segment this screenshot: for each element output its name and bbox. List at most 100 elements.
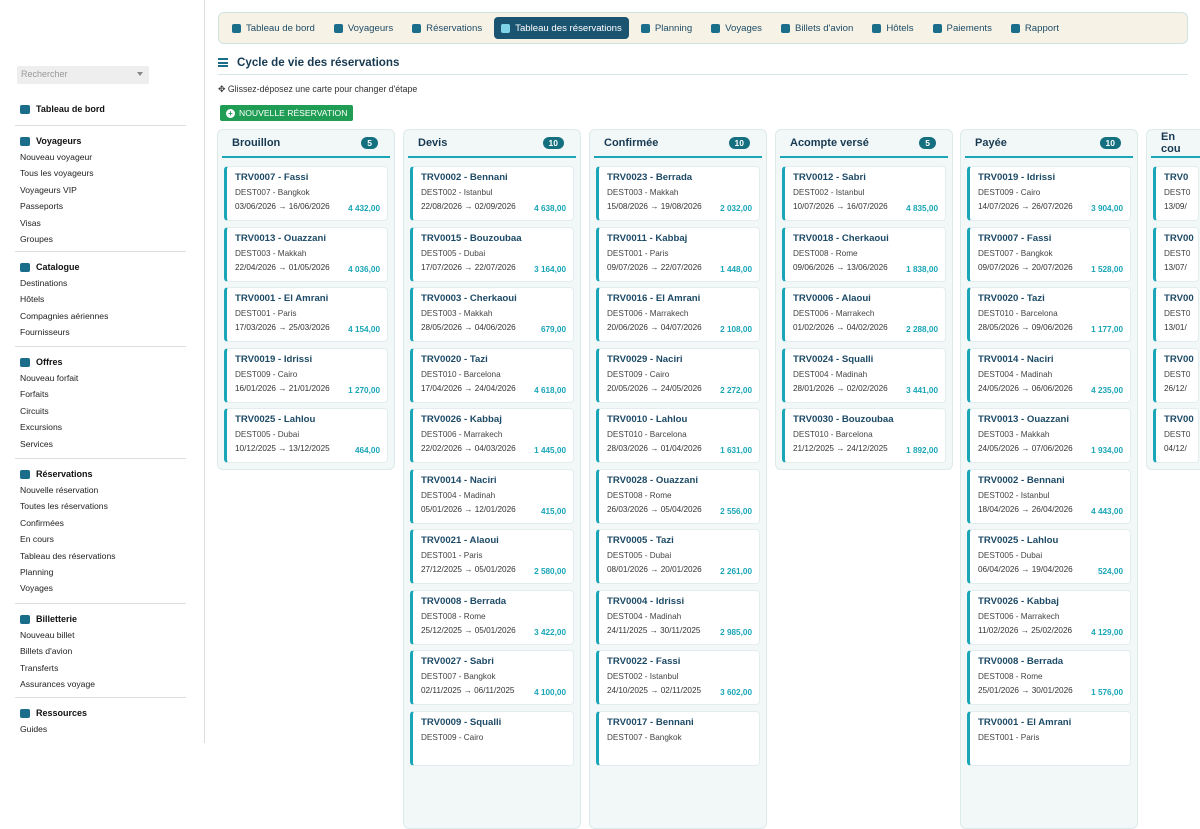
sidebar-item[interactable]: Destinations [15, 275, 186, 291]
page-title: Cycle de vie des réservations [237, 56, 400, 69]
sidebar-item[interactable]: Confirmées [15, 515, 186, 531]
reservation-card[interactable]: TRV0 DEST0 13/09/ [1153, 166, 1199, 221]
nav-tab[interactable]: Voyages [704, 17, 769, 39]
column-count-badge: 10 [542, 137, 564, 149]
reservation-card[interactable]: TRV0022 - Fassi DEST002 - Istanbul 24/10/2… [596, 650, 760, 705]
sidebar-item[interactable]: Assurances voyage [15, 676, 186, 692]
reservation-card[interactable]: TRV00 DEST0 26/12/ [1153, 347, 1199, 403]
sidebar-item[interactable]: Nouveau voyageur [15, 149, 186, 165]
nav-tab[interactable]: Tableau des réservations [494, 17, 629, 39]
reservation-card[interactable]: TRV0030 - Bouzoubaa DEST010 - Barcelona 21… [782, 408, 946, 463]
nav-tab[interactable]: Paiements [926, 17, 999, 39]
nav-tab[interactable]: Réservations [405, 17, 489, 39]
reservation-card[interactable]: TRV0008 - Berrada DEST008 - Rome 25/12/202… [410, 589, 574, 645]
nav-tab[interactable]: Planning [634, 17, 699, 39]
nav-tab[interactable]: Billets d'avion [774, 17, 860, 39]
reservation-card[interactable]: TRV0014 - Naciri DEST004 - Madinah 05/01/2… [410, 468, 574, 524]
reservation-card[interactable]: TRV0023 - Berrada DEST003 - Makkah 15/08/2… [596, 166, 760, 221]
sidebar-item[interactable]: Nouveau billet [15, 627, 186, 643]
reservation-card[interactable]: TRV0024 - Squalli DEST004 - Madinah 28/01/… [782, 347, 946, 403]
nav-tab[interactable]: Hôtels [865, 17, 920, 39]
reservation-card[interactable]: TRV0006 - Alaoui DEST006 - Marrakech 01/02… [782, 287, 946, 342]
sidebar-item[interactable]: Groupes [15, 231, 186, 247]
new-reservation-button[interactable]: + NOUVELLE RÉSERVATION [220, 105, 354, 121]
nav-tab[interactable]: Tableau de bord [225, 17, 322, 39]
sidebar-item[interactable]: Tous les voyageurs [15, 165, 186, 181]
reservation-card[interactable]: TRV0021 - Alaoui DEST001 - Paris 27/12/202… [410, 529, 574, 584]
sidebar-item[interactable]: Excursions [15, 419, 186, 435]
sidebar-item[interactable]: En cours [15, 531, 186, 547]
reservation-card[interactable]: TRV0018 - Cherkaoui DEST008 - Rome 09/06/2… [782, 226, 946, 282]
nav-tab-label: Tableau des réservations [515, 22, 622, 34]
nav-tab-label: Voyageurs [347, 22, 394, 34]
reservation-card[interactable]: TRV0020 - Tazi DEST010 - Barcelona 17/04/2… [410, 347, 574, 403]
reservation-card[interactable]: TRV0027 - Sabri DEST007 - Bangkok 02/11/20… [410, 650, 574, 705]
sidebar-item[interactable]: Compagnies aériennes [15, 308, 186, 324]
search-select[interactable]: Rechercher [17, 66, 149, 84]
sidebar-section-header[interactable]: Ressources [20, 705, 186, 721]
reservation-card[interactable]: TRV00 DEST0 13/01/ [1153, 287, 1199, 342]
sidebar-item[interactable]: Transferts [15, 660, 186, 676]
sidebar-item[interactable]: Circuits [15, 403, 186, 419]
reservation-card[interactable]: TRV0025 - Lahlou DEST005 - Dubai 10/12/202… [224, 408, 388, 463]
sidebar-item[interactable]: Forfaits [15, 386, 186, 402]
reservation-card[interactable]: TRV0010 - Lahlou DEST010 - Barcelona 28/03… [596, 408, 760, 463]
reservation-card[interactable]: TRV0020 - Tazi DEST010 - Barcelona 28/05/2… [967, 287, 1131, 342]
sidebar-item[interactable]: Tableau des réservations [15, 548, 186, 564]
reservation-card[interactable]: TRV0013 - Ouazzani DEST003 - Makkah 22/04/… [224, 226, 388, 282]
reservation-card[interactable]: TRV00 DEST0 13/07/ [1153, 226, 1199, 282]
sidebar-section-header[interactable]: Offres [20, 354, 186, 370]
section-icon [20, 469, 30, 479]
nav-tab[interactable]: Voyageurs [327, 17, 400, 39]
reservation-card[interactable]: TRV0004 - Idrissi DEST004 - Madinah 24/11/… [596, 589, 760, 645]
sidebar-item[interactable]: Guides [15, 721, 186, 737]
reservation-card[interactable]: TRV0008 - Berrada DEST008 - Rome 25/01/202… [967, 650, 1131, 705]
nav-tab-label: Paiements [946, 22, 992, 34]
reservation-card[interactable]: TRV0002 - Bennani DEST002 - Istanbul 22/08… [410, 166, 574, 221]
sidebar-item[interactable]: Passeports [15, 198, 186, 214]
sidebar-home-label: Tableau de bord [36, 104, 105, 114]
sidebar-item[interactable]: Billets d'avion [15, 643, 186, 659]
sidebar-section-header[interactable]: Catalogue [20, 259, 186, 275]
reservation-card[interactable]: TRV0003 - Cherkaoui DEST003 - Makkah 28/05… [410, 287, 574, 342]
reservation-card[interactable]: TRV0028 - Ouazzani DEST008 - Rome 26/03/20… [596, 468, 760, 524]
reservation-card[interactable]: TRV0016 - El Amrani DEST006 - Marrakech 20… [596, 287, 760, 342]
reservation-card[interactable]: TRV0026 - Kabbaj DEST006 - Marrakech 11/02… [967, 589, 1131, 645]
sidebar-item[interactable]: Services [15, 436, 186, 452]
sidebar-section-header[interactable]: Voyageurs [20, 133, 186, 149]
reservation-card[interactable]: TRV0007 - Fassi DEST007 - Bangkok 03/06/20… [224, 166, 388, 221]
reservation-card[interactable]: TRV0002 - Bennani DEST002 - Istanbul 18/04… [967, 468, 1131, 524]
sidebar-item[interactable]: Fournisseurs [15, 324, 186, 340]
reservation-card[interactable]: TRV0019 - Idrissi DEST009 - Cairo 16/01/20… [224, 347, 388, 403]
sidebar-item-dashboard[interactable]: Tableau de bord [20, 101, 105, 117]
reservation-card[interactable]: TRV0009 - Squalli DEST009 - Cairo [410, 710, 574, 766]
column-header: Devis 10 [408, 130, 576, 158]
sidebar-item[interactable]: Toutes les réservations [15, 498, 186, 514]
sidebar-item[interactable]: Voyageurs VIP [15, 182, 186, 198]
sidebar-item[interactable]: Voyages [15, 580, 186, 596]
sidebar-section-header[interactable]: Billetterie [20, 611, 186, 627]
reservation-card[interactable]: TRV0025 - Lahlou DEST005 - Dubai 06/04/202… [967, 529, 1131, 584]
reservation-card[interactable]: TRV0026 - Kabbaj DEST006 - Marrakech 22/02… [410, 408, 574, 463]
sidebar-section-header[interactable]: Réservations [20, 466, 186, 482]
reservation-card[interactable]: TRV0011 - Kabbaj DEST001 - Paris 09/07/202… [596, 226, 760, 282]
nav-tab[interactable]: Rapport [1004, 17, 1066, 39]
reservation-card[interactable]: TRV0017 - Bennani DEST007 - Bangkok [596, 710, 760, 766]
reservation-card[interactable]: TRV0012 - Sabri DEST002 - Istanbul 10/07/2… [782, 166, 946, 221]
reservation-card[interactable]: TRV0015 - Bouzoubaa DEST005 - Dubai 17/07/… [410, 226, 574, 282]
reservation-card[interactable]: TRV0013 - Ouazzani DEST003 - Makkah 24/05/… [967, 408, 1131, 463]
reservation-card[interactable]: TRV0014 - Naciri DEST004 - Madinah 24/05/2… [967, 347, 1131, 403]
reservation-card[interactable]: TRV0001 - El Amrani DEST001 - Paris 17/03/… [224, 287, 388, 342]
reservation-card[interactable]: TRV0007 - Fassi DEST007 - Bangkok 09/07/20… [967, 226, 1131, 282]
sidebar-item[interactable]: Visas [15, 215, 186, 231]
chevron-down-icon[interactable] [137, 72, 143, 76]
reservation-card[interactable]: TRV0005 - Tazi DEST005 - Dubai 08/01/2026 … [596, 529, 760, 584]
sidebar-item[interactable]: Planning [15, 564, 186, 580]
sidebar-item[interactable]: Nouveau forfait [15, 370, 186, 386]
reservation-card[interactable]: TRV0019 - Idrissi DEST009 - Cairo 14/07/20… [967, 166, 1131, 221]
reservation-card[interactable]: TRV0001 - El Amrani DEST001 - Paris [967, 710, 1131, 766]
sidebar-item[interactable]: Hôtels [15, 291, 186, 307]
sidebar-item[interactable]: Nouvelle réservation [15, 482, 186, 498]
reservation-card[interactable]: TRV00 DEST0 04/12/ [1153, 408, 1199, 463]
reservation-card[interactable]: TRV0029 - Naciri DEST009 - Cairo 20/05/202… [596, 347, 760, 403]
